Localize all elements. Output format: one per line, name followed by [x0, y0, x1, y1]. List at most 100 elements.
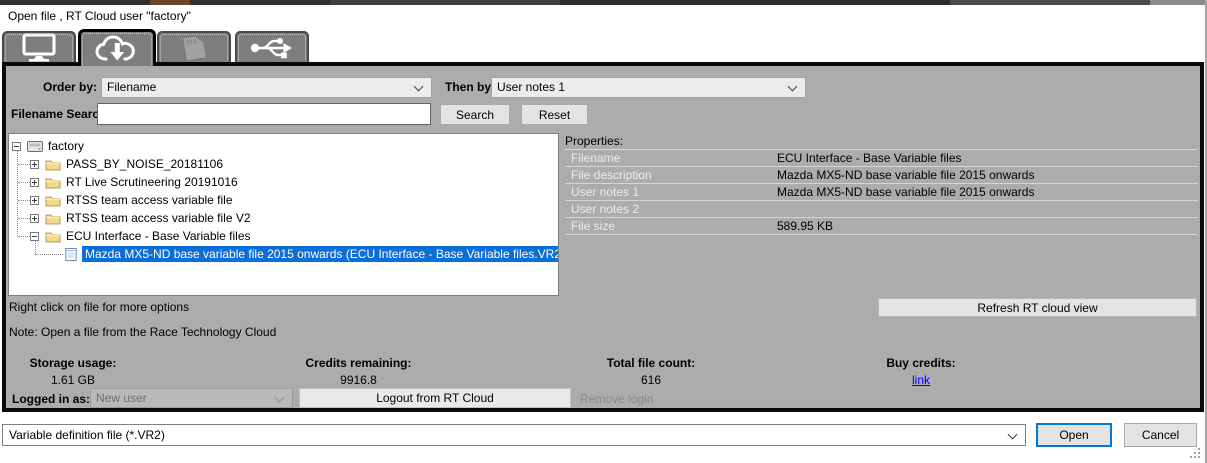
logged-in-user-select-disabled: New user: [90, 388, 293, 408]
open-file-note: Note: Open a file from the Race Technolo…: [9, 325, 276, 340]
total-file-count-label: Total file count:: [601, 356, 701, 370]
folder-icon: [45, 230, 61, 243]
property-row: Filename ECU Interface - Base Variable f…: [565, 150, 1198, 167]
cloud-file-tree[interactable]: factory PASS_BY_NOISE_20181106 RT Live S…: [8, 133, 559, 296]
search-button[interactable]: Search: [440, 104, 510, 125]
tree-connector-line: [18, 218, 30, 219]
tree-connector-line: [18, 200, 30, 201]
tree-item-label: ECU Interface - Base Variable files: [66, 229, 251, 243]
cloud-download-icon: [93, 33, 141, 65]
reset-button[interactable]: Reset: [521, 104, 588, 125]
tree-connector-line: [18, 164, 30, 165]
property-label: Filename: [571, 150, 620, 166]
tab-local-computer[interactable]: [2, 31, 76, 62]
tree-item-label: RTSS team access variable file: [66, 193, 233, 207]
open-button[interactable]: Open: [1036, 423, 1112, 447]
resize-grip[interactable]: [1190, 448, 1201, 459]
expand-icon[interactable]: [30, 196, 39, 205]
dialog-title: Open file , RT Cloud user "factory": [8, 9, 191, 23]
filename-search-input[interactable]: [97, 103, 431, 125]
order-by-value: Filename: [107, 80, 156, 94]
tree-item-folder[interactable]: RTSS team access variable file V2: [30, 209, 251, 227]
right-click-hint: Right click on file for more options: [9, 300, 189, 315]
properties-table: Filename ECU Interface - Base Variable f…: [565, 149, 1198, 235]
tree-item-label: RTSS team access variable file V2: [66, 211, 251, 225]
property-row: User notes 1 Mazda MX5-ND base variable …: [565, 184, 1198, 201]
chevron-down-icon: [414, 82, 424, 92]
credits-remaining-stat: Credits remaining: 9916.8: [301, 356, 416, 387]
folder-icon: [45, 158, 61, 171]
document-icon: [65, 247, 77, 261]
logged-in-user-value: New user: [96, 391, 147, 405]
then-by-select[interactable]: User notes 1: [491, 77, 806, 98]
drive-icon: [27, 140, 43, 153]
buy-credits-link[interactable]: link: [912, 373, 930, 387]
cloud-browser-panel: Order by: Filename Then by: User notes 1…: [2, 62, 1204, 412]
tree-item-selected-file[interactable]: Mazda MX5-ND base variable file 2015 onw…: [65, 245, 559, 263]
logout-button[interactable]: Logout from RT Cloud: [299, 388, 571, 408]
properties-title: Properties:: [565, 134, 623, 149]
file-type-select[interactable]: Variable definition file (*.VR2): [2, 424, 1026, 446]
total-file-count-value: 616: [601, 373, 701, 387]
folder-icon: [45, 212, 61, 225]
expand-icon[interactable]: [30, 160, 39, 169]
tree-connector-line: [35, 254, 63, 255]
storage-usage-value: 1.61 GB: [18, 373, 128, 387]
tree-item-label: PASS_BY_NOISE_20181106: [66, 157, 223, 171]
tree-connector-line: [17, 148, 18, 236]
tree-item-folder[interactable]: PASS_BY_NOISE_20181106: [30, 155, 223, 173]
property-row: User notes 2: [565, 201, 1198, 218]
property-value: 589.95 KB: [777, 218, 833, 234]
tree-item-folder[interactable]: RT Live Scrutineering 20191016: [30, 173, 238, 191]
chevron-down-icon: [788, 82, 798, 92]
storage-usage-stat: Storage usage: 1.61 GB: [18, 356, 128, 387]
then-by-label: Then by:: [445, 80, 495, 95]
property-label: User notes 2: [571, 201, 639, 217]
tree-connector-line: [18, 236, 30, 237]
credits-remaining-value: 9916.8: [301, 373, 416, 387]
expand-icon[interactable]: [30, 214, 39, 223]
then-by-value: User notes 1: [497, 80, 565, 94]
credits-remaining-label: Credits remaining:: [301, 356, 416, 370]
filename-search-label: Filename Search:: [11, 107, 93, 122]
tree-item-folder[interactable]: RTSS team access variable file: [30, 191, 233, 209]
property-row: File size 589.95 KB: [565, 218, 1198, 235]
total-file-count-stat: Total file count: 616: [601, 356, 701, 387]
property-label: File size: [571, 218, 615, 234]
chevron-down-icon: [275, 393, 285, 403]
tab-usb-device[interactable]: [235, 31, 309, 62]
property-value: Mazda MX5-ND base variable file 2015 onw…: [777, 167, 1034, 183]
folder-icon: [45, 176, 61, 189]
order-by-label: Order by:: [17, 80, 97, 95]
property-row: File description Mazda MX5-ND base varia…: [565, 167, 1198, 184]
logged-in-as-label: Logged in as:: [12, 392, 90, 407]
tree-connector-line: [18, 182, 30, 183]
usb-icon: [248, 33, 296, 63]
collapse-icon[interactable]: [12, 142, 21, 151]
property-value: ECU Interface - Base Variable files: [777, 150, 962, 166]
top-edge-artifact: [0, 0, 1205, 5]
remove-login-label-disabled: Remove login: [580, 392, 653, 407]
expand-icon[interactable]: [30, 178, 39, 187]
property-label: User notes 1: [571, 184, 639, 200]
tree-item-label: RT Live Scrutineering 20191016: [66, 175, 238, 189]
open-file-dialog: Open file , RT Cloud user "factory": [0, 0, 1207, 463]
tab-sd-card-disabled[interactable]: [157, 31, 231, 62]
file-type-value: Variable definition file (*.VR2): [9, 428, 165, 442]
computer-icon: [16, 33, 62, 63]
order-by-select[interactable]: Filename: [101, 77, 432, 98]
storage-usage-label: Storage usage:: [18, 356, 128, 370]
tree-item-root[interactable]: factory: [12, 137, 84, 155]
cancel-button[interactable]: Cancel: [1124, 423, 1197, 447]
tree-item-folder[interactable]: ECU Interface - Base Variable files: [30, 227, 251, 245]
buy-credits-label: Buy credits:: [866, 356, 976, 370]
folder-icon: [45, 194, 61, 207]
property-label: File description: [571, 167, 652, 183]
tab-rt-cloud-active[interactable]: [78, 29, 156, 66]
selected-file-label: Mazda MX5-ND base variable file 2015 onw…: [82, 246, 559, 262]
collapse-icon[interactable]: [30, 232, 39, 241]
tree-item-label: factory: [48, 139, 84, 153]
property-value: Mazda MX5-ND base variable file 2015 onw…: [777, 184, 1034, 200]
sd-card-icon: [172, 33, 216, 63]
refresh-cloud-view-button[interactable]: Refresh RT cloud view: [878, 298, 1197, 317]
